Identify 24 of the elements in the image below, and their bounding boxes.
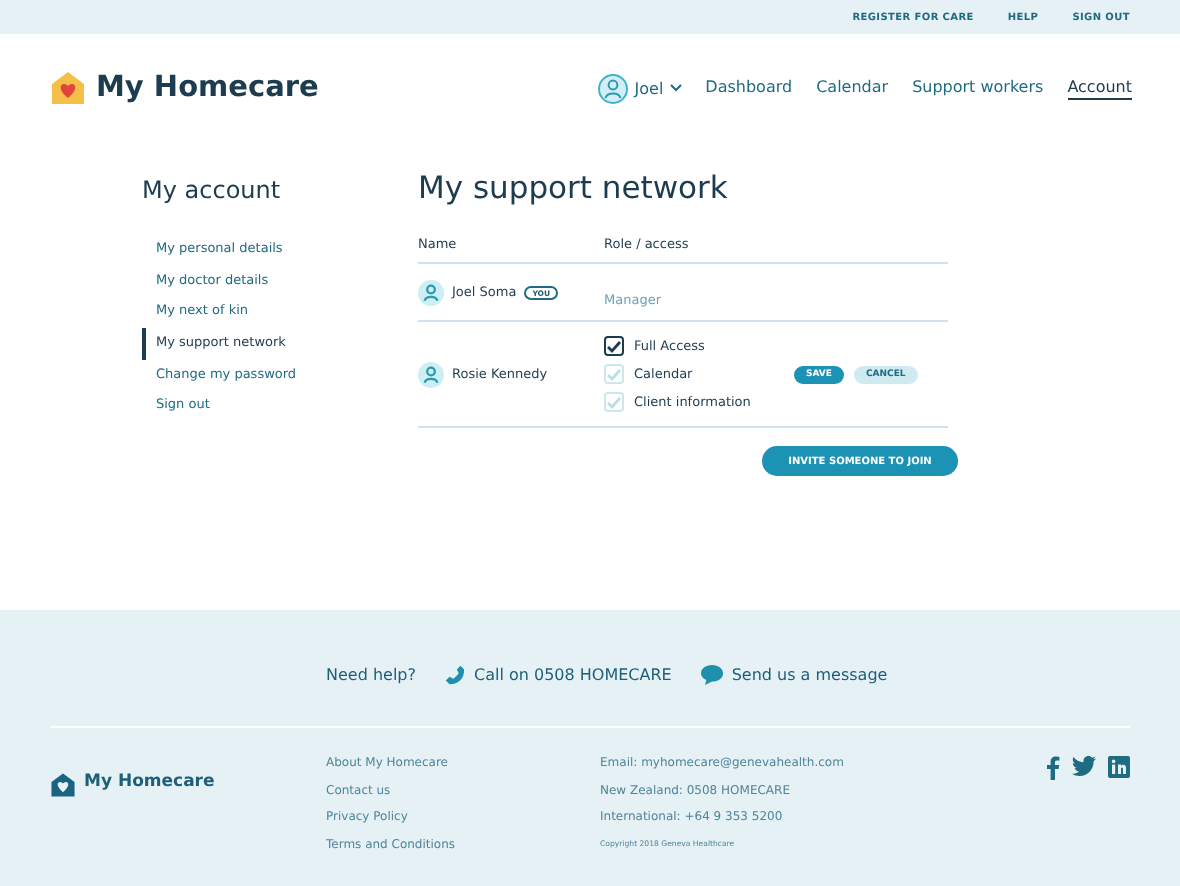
- phone-icon: [444, 663, 466, 685]
- house-heart-icon: [50, 70, 86, 106]
- twitter-icon[interactable]: [1072, 756, 1096, 776]
- message-link[interactable]: Send us a message: [699, 663, 888, 685]
- person-icon: [418, 279, 444, 305]
- linkedin-icon[interactable]: [1108, 756, 1130, 778]
- speech-bubble-icon: [699, 663, 724, 685]
- user-menu[interactable]: Joel: [598, 73, 682, 103]
- nav-link[interactable]: Calendar: [816, 77, 889, 99]
- sidebar-title: My account: [142, 176, 283, 204]
- person-icon: [598, 73, 629, 103]
- footer-brand: My Homecare: [84, 772, 215, 792]
- nav-link[interactable]: Dashboard: [705, 77, 793, 99]
- person-icon: [418, 361, 444, 387]
- brand-name: My Homecare: [96, 72, 319, 104]
- facebook-icon[interactable]: [1046, 756, 1060, 780]
- help-label: Need help?: [326, 665, 416, 683]
- checkbox[interactable]: [604, 336, 624, 356]
- call-link[interactable]: Call on 0508 HOMECARE: [444, 663, 672, 685]
- house-heart-icon: [50, 772, 76, 798]
- chevron-icon: [669, 84, 682, 92]
- page-title: My support network: [418, 170, 730, 206]
- nav-link[interactable]: Support workers: [912, 77, 1044, 99]
- nav-link[interactable]: Account: [1067, 77, 1132, 99]
